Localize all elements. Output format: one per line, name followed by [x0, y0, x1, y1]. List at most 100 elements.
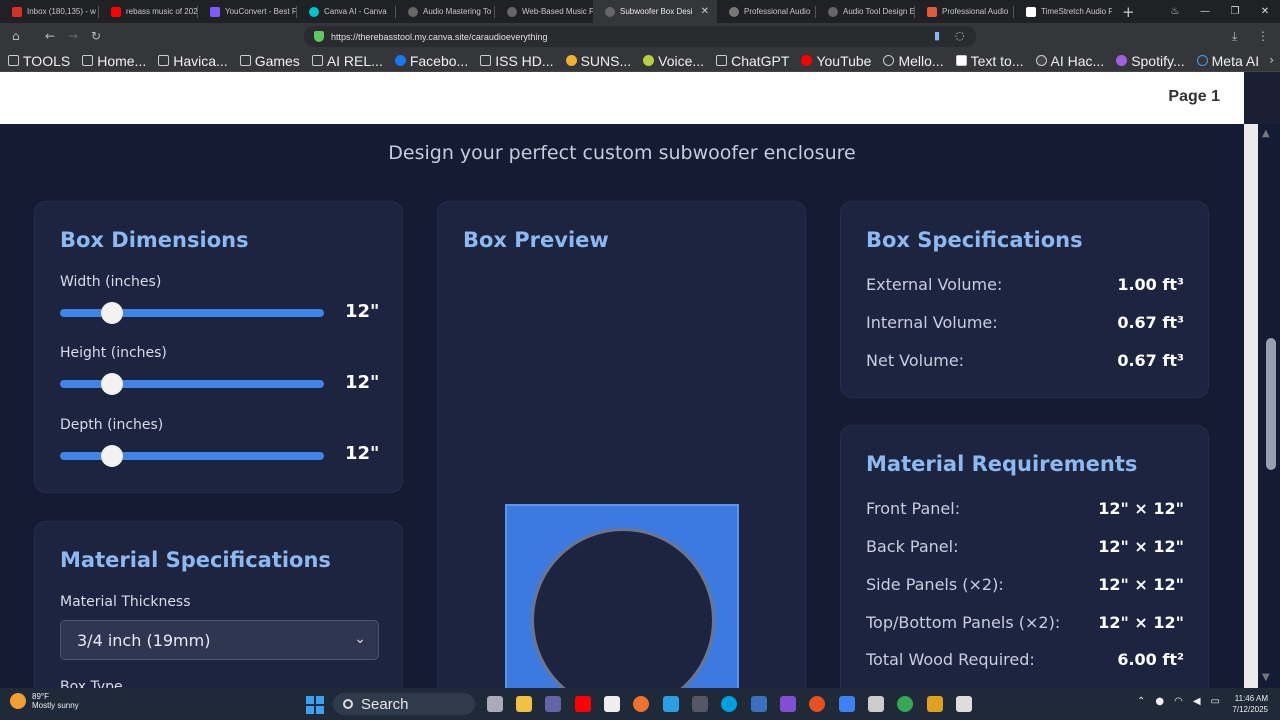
card-title: Box Specifications: [866, 228, 1083, 252]
box-preview-front: [505, 504, 739, 688]
microphone-icon[interactable]: ●: [1155, 696, 1164, 707]
bookmark-item[interactable]: AI Hac...: [1035, 53, 1104, 69]
spec-row: External Volume: 1.00 ft³: [866, 275, 1184, 294]
page-icon: [82, 55, 94, 66]
bookmark-icon[interactable]: ▮: [934, 29, 940, 42]
browser-tab[interactable]: Canva AI - Canva: [297, 0, 395, 23]
gmail-icon: [12, 6, 22, 17]
width-slider[interactable]: [60, 302, 324, 324]
app-icon[interactable]: [956, 696, 972, 712]
chevron-up-icon[interactable]: ⌃: [1137, 696, 1145, 707]
app-icon[interactable]: [633, 696, 649, 712]
bookmark-item[interactable]: Home...: [82, 53, 146, 69]
depth-slider[interactable]: [60, 445, 324, 467]
bookmark-item[interactable]: Facebo...: [394, 53, 468, 69]
chevron-down-icon: ⌄: [354, 631, 366, 647]
card-title: Material Requirements: [866, 452, 1138, 476]
height-slider[interactable]: [60, 373, 324, 395]
minimize-button[interactable]: —: [1190, 6, 1220, 17]
battery-icon[interactable]: ▭: [1211, 696, 1220, 707]
bookmark-item[interactable]: Meta AI: [1196, 53, 1259, 69]
browser-tab[interactable]: YouConvert - Best F: [198, 0, 296, 23]
amazon-icon[interactable]: [604, 696, 620, 712]
bookmark-item[interactable]: TOOLS: [8, 53, 70, 69]
thickness-select[interactable]: 3/4 inch (19mm) ⌄: [60, 620, 379, 660]
browser-tab[interactable]: Professional Audio: [717, 0, 815, 23]
main-content: Design your perfect custom subwoofer enc…: [0, 124, 1244, 688]
bookmark-item[interactable]: Games: [239, 53, 300, 69]
url-field[interactable]: https://therebasstool.my.canva.site/cara…: [304, 26, 976, 47]
bookmark-item[interactable]: AI REL...: [311, 53, 383, 69]
bookmark-item[interactable]: Text to...: [955, 53, 1024, 69]
flame-icon[interactable]: ♨: [1160, 6, 1190, 17]
reload-icon[interactable]: ↻: [91, 29, 101, 43]
bookmark-item[interactable]: Havica...: [158, 53, 228, 69]
app-icon[interactable]: [751, 696, 767, 712]
card-title: Box Preview: [463, 228, 609, 252]
home-icon[interactable]: ⌂: [12, 29, 20, 43]
facebook-icon: [394, 55, 406, 66]
volume-icon[interactable]: ◀: [1193, 696, 1201, 707]
app-icon[interactable]: [663, 696, 679, 712]
task-view-icon[interactable]: [487, 696, 503, 712]
browser-tab[interactable]: Audio Tool Design E: [816, 0, 914, 23]
grid-icon[interactable]: [692, 696, 708, 712]
bookmark-item[interactable]: ChatGPT: [716, 53, 789, 69]
bookmark-item[interactable]: YouTube: [801, 53, 871, 69]
app-icon[interactable]: [809, 696, 825, 712]
wifi-icon[interactable]: ◠: [1174, 696, 1183, 707]
browser-tab[interactable]: rebass music of 202: [99, 0, 197, 23]
chrome-icon[interactable]: [897, 696, 913, 712]
site-icon: [210, 6, 220, 17]
scrollbar-track[interactable]: [1244, 124, 1258, 688]
chevron-right-icon[interactable]: ›: [1269, 53, 1274, 67]
browser-tab[interactable]: Audio Mastering To: [396, 0, 494, 23]
page-scrollbar[interactable]: ▲ ▼: [1244, 124, 1280, 688]
menu-icon[interactable]: ⋮: [1257, 29, 1269, 43]
browser-tab-active[interactable]: Subwoofer Box Desi ✕: [593, 0, 717, 23]
folder-icon: [8, 55, 19, 66]
slider-thumb[interactable]: [101, 302, 124, 324]
browser-tab[interactable]: Web-Based Music F: [495, 0, 593, 23]
download-icon[interactable]: ⤓: [1232, 29, 1237, 44]
taskbar-search[interactable]: Search: [333, 693, 475, 715]
bookmark-item[interactable]: Spotify...: [1116, 53, 1185, 69]
app-icon[interactable]: [868, 696, 884, 712]
app-icon[interactable]: [839, 696, 855, 712]
chat-icon[interactable]: ◌: [955, 29, 965, 42]
canva-icon[interactable]: [721, 696, 737, 712]
clock[interactable]: 11:46 AM 7/12/2025: [1232, 693, 1268, 715]
bookmark-item[interactable]: SUNS...: [565, 53, 631, 69]
browser-tab[interactable]: Inbox (180,135) - w: [0, 0, 98, 23]
youtube-icon[interactable]: [575, 696, 591, 712]
folder-icon: [311, 55, 323, 66]
bookmark-item[interactable]: Mello...: [883, 53, 944, 69]
browser-tab[interactable]: Professional Audio: [915, 0, 1013, 23]
restore-button[interactable]: ❐: [1220, 6, 1250, 17]
back-icon[interactable]: ←: [45, 29, 55, 43]
spotify-icon: [1116, 55, 1128, 66]
taskbar: 89°F Mostly sunny Search ⌃ ● ◠ ◀ ▭ 11:46…: [0, 688, 1280, 720]
canva-icon: [309, 6, 319, 17]
scrollbar-thumb[interactable]: [1266, 338, 1276, 470]
teams-icon[interactable]: [545, 696, 561, 712]
forward-icon[interactable]: →: [68, 29, 78, 43]
close-tab-icon[interactable]: ✕: [701, 6, 709, 17]
browser-tab[interactable]: TimeStretch Audio F: [1014, 0, 1112, 23]
scroll-down-icon[interactable]: ▼: [1262, 672, 1270, 683]
bookmark-item[interactable]: ISS HD...: [480, 53, 554, 69]
slider-thumb[interactable]: [101, 373, 124, 395]
app-icon[interactable]: [780, 696, 796, 712]
close-window-button[interactable]: ✕: [1250, 6, 1280, 17]
new-tab-button[interactable]: +: [1122, 3, 1135, 21]
file-explorer-icon[interactable]: [516, 696, 532, 712]
scroll-up-icon[interactable]: ▲: [1262, 128, 1270, 139]
slider-thumb[interactable]: [101, 445, 124, 467]
bookmark-item[interactable]: Voice...: [643, 53, 704, 69]
youtube-icon: [111, 6, 121, 17]
page-icon: [716, 55, 728, 66]
windows-start-icon[interactable]: [306, 696, 324, 714]
app-icon[interactable]: [927, 696, 943, 712]
site-icon: [1035, 55, 1047, 66]
weather-widget[interactable]: 89°F Mostly sunny: [10, 692, 79, 710]
